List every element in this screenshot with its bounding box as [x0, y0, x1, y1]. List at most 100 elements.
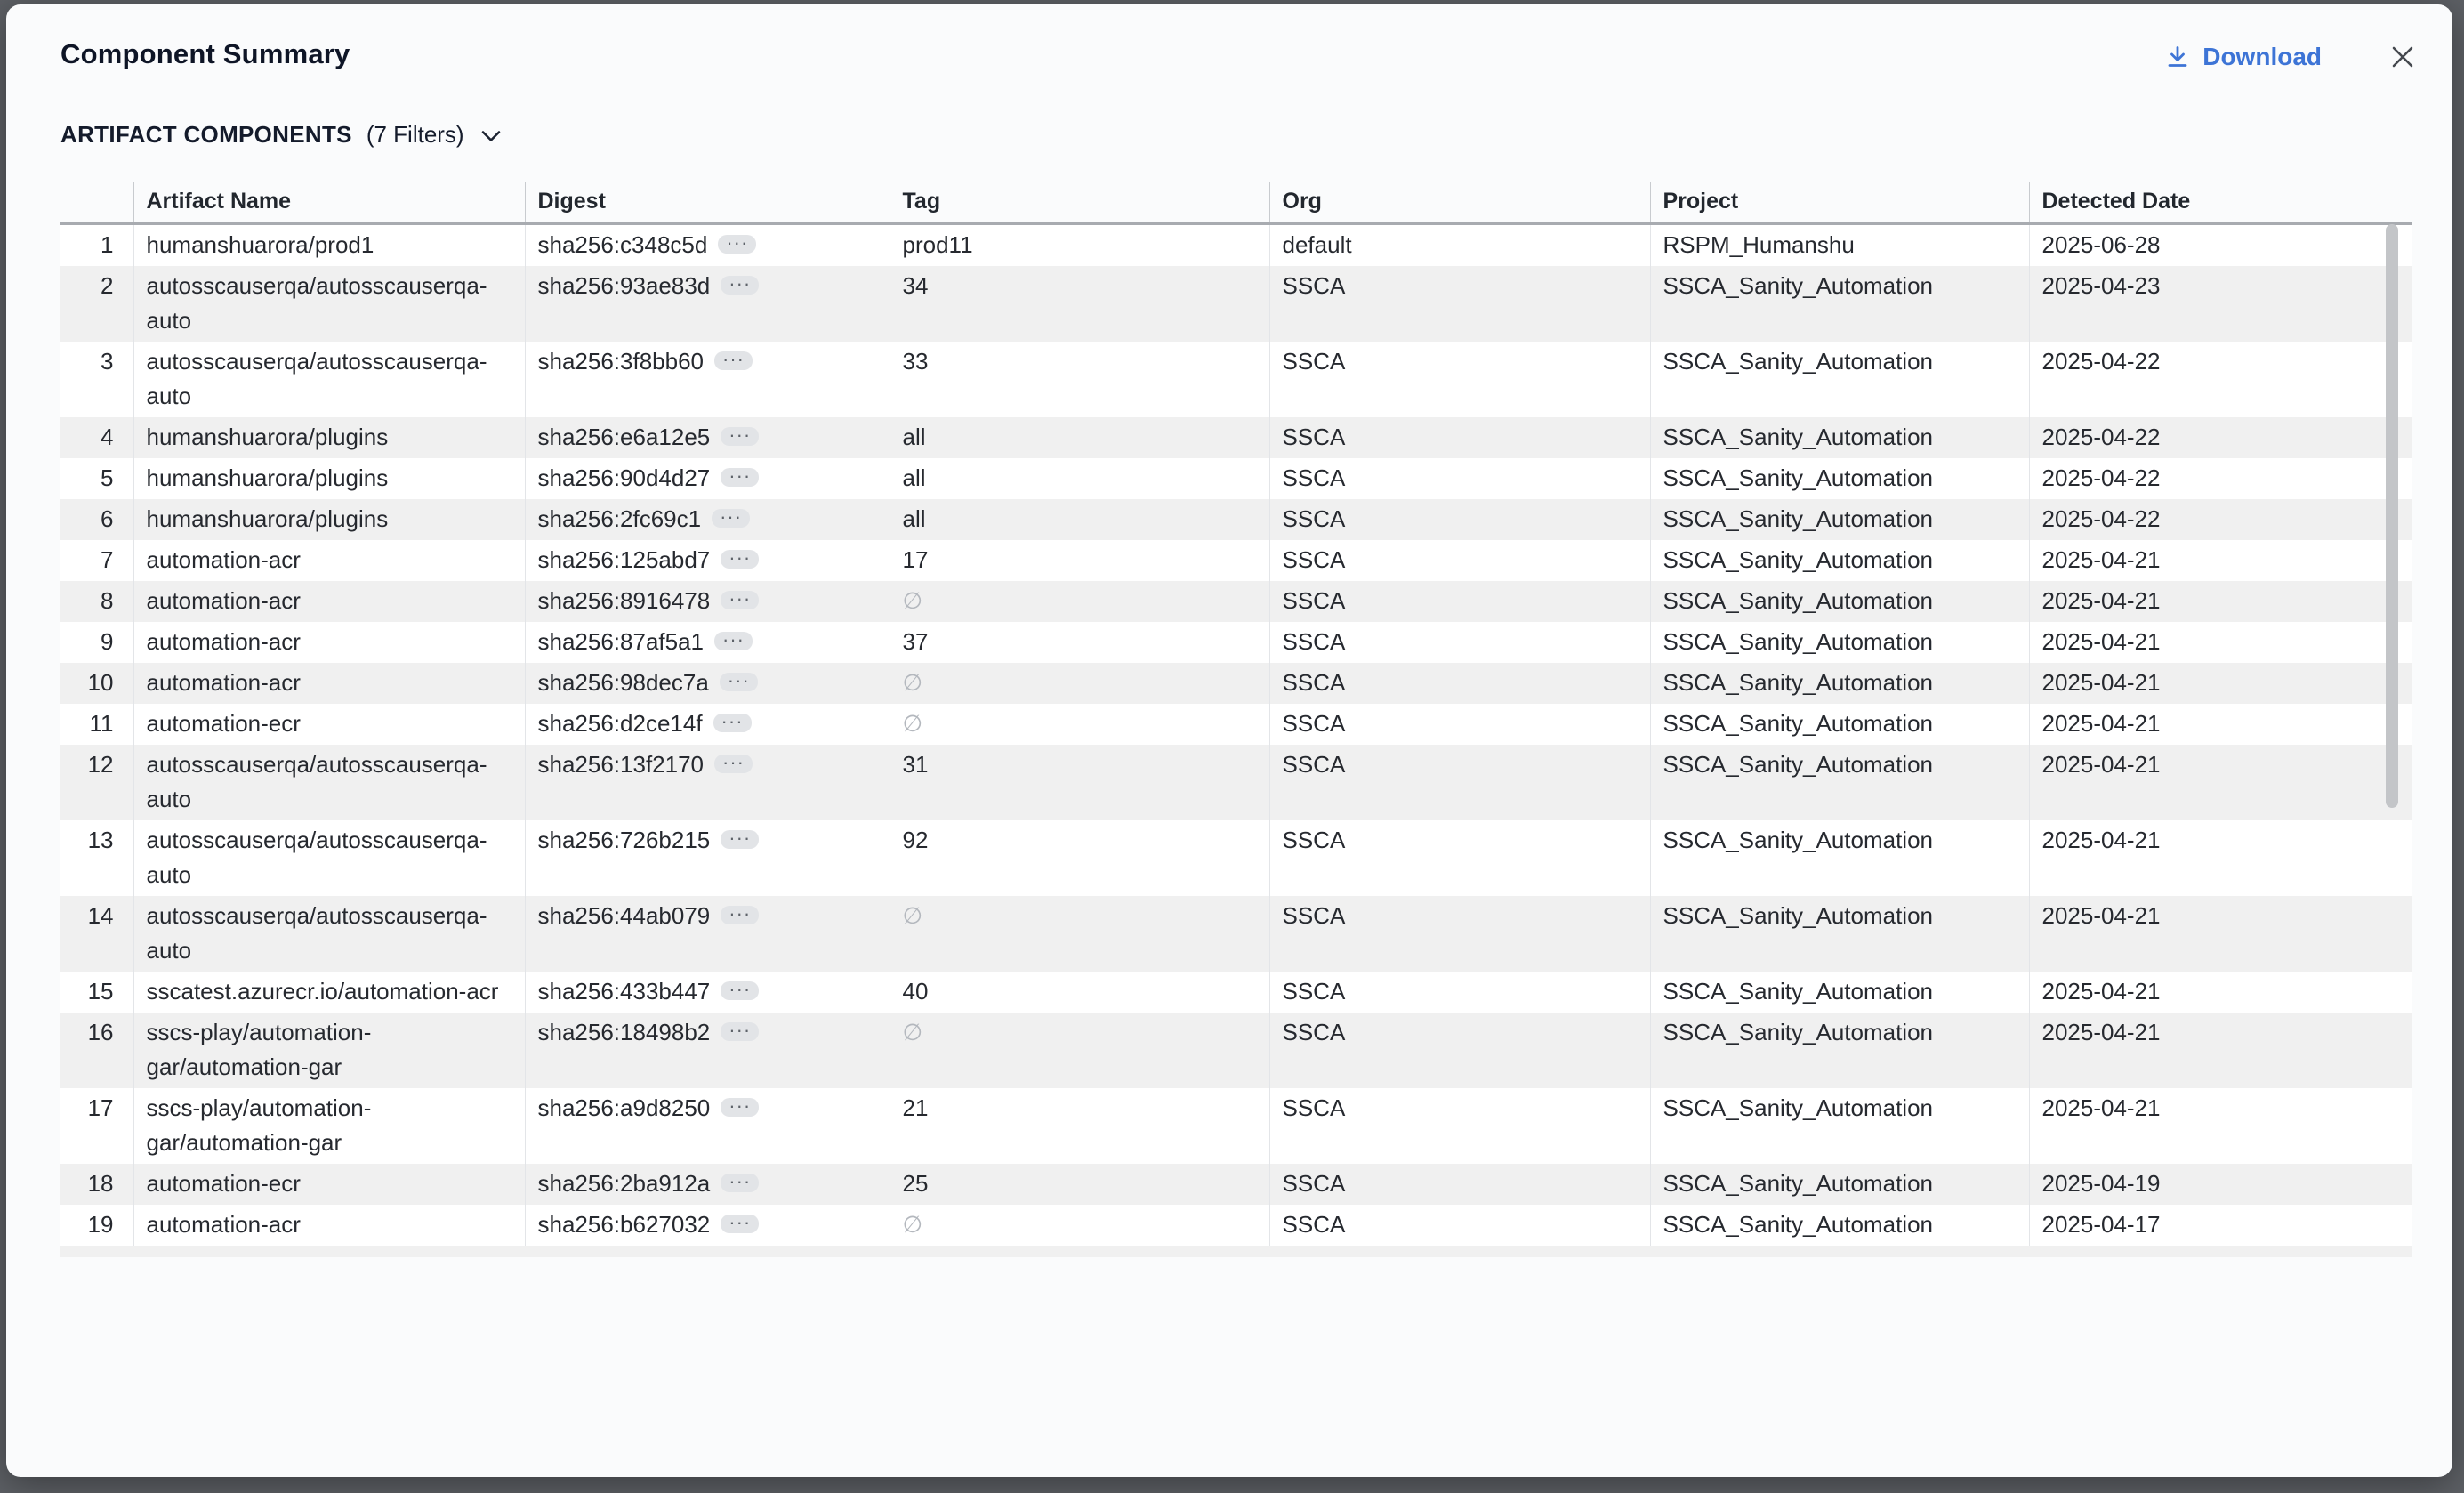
digest-text: sha256:93ae83d [538, 272, 711, 299]
digest-expand-pill[interactable]: ··· [721, 1174, 759, 1192]
detected-date-cell: 2025-04-21 [2029, 581, 2412, 622]
digest-expand-pill[interactable]: ··· [721, 906, 759, 924]
digest-expand-pill[interactable]: ··· [721, 427, 759, 446]
artifact-name-cell: humanshuarora/plugins [133, 417, 525, 458]
artifact-name-cell: automation-acr [133, 663, 525, 704]
table-row: 3autosscauserqa/autosscauserqa-autosha25… [60, 342, 2412, 417]
digest-expand-pill[interactable]: ··· [714, 632, 753, 650]
tag-cell: all [890, 458, 1269, 499]
digest-cell: sha256:c348c5d ··· [525, 224, 890, 267]
digest-cell: sha256:a9d8250··· [525, 1088, 890, 1164]
digest-cell: sha256:3f8bb60··· [525, 342, 890, 417]
digest-expand-pill[interactable]: ··· [721, 1098, 759, 1117]
digest-text: sha256:726b215 [538, 827, 711, 853]
table-row: 8automation-acrsha256:8916478···∅SSCASSC… [60, 581, 2412, 622]
table-row: 12autosscauserqa/autosscauserqa-autosha2… [60, 745, 2412, 820]
digest-expand-pill[interactable]: ··· [720, 673, 758, 691]
column-header-project: Project [1650, 182, 2029, 224]
download-icon [2164, 44, 2191, 70]
digest-expand-pill[interactable]: ··· [721, 1022, 759, 1041]
org-cell: SSCA [1269, 581, 1650, 622]
detected-date-cell: 2025-04-21 [2029, 1013, 2412, 1088]
tag-cell: ∅ [890, 581, 1269, 622]
org-cell: SSCA [1269, 1164, 1650, 1205]
close-icon [2389, 59, 2416, 74]
detected-date-cell: 2025-04-21 [2029, 745, 2412, 820]
digest-text: sha256:c348c5d [538, 231, 708, 258]
tag-cell: all [890, 499, 1269, 540]
org-cell: SSCA [1269, 622, 1650, 663]
header-actions: Download [2164, 42, 2418, 72]
close-button[interactable] [2388, 42, 2418, 72]
digest-expand-pill[interactable]: ··· [713, 714, 752, 732]
digest-cell: sha256:d2ce14f ··· [525, 704, 890, 745]
table-header-row: Artifact NameDigestTagOrgProjectDetected… [60, 182, 2412, 224]
digest-expand-pill[interactable]: ··· [721, 591, 759, 609]
row-number-cell: 7 [60, 540, 133, 581]
project-cell: SSCA_Sanity_Automation [1650, 704, 2029, 745]
detected-date-cell: 2025-04-17 [2029, 1205, 2412, 1246]
digest-expand-pill[interactable]: ··· [714, 755, 753, 773]
digest-expand-pill[interactable]: ··· [721, 468, 759, 487]
clipped-next-row [60, 1246, 2412, 1257]
project-cell: SSCA_Sanity_Automation [1650, 458, 2029, 499]
digest-expand-pill[interactable]: ··· [721, 830, 759, 849]
row-number-cell: 11 [60, 704, 133, 745]
table-row: 18automation-ecrsha256:2ba912a···25SSCAS… [60, 1164, 2412, 1205]
row-number-cell: 10 [60, 663, 133, 704]
org-cell: SSCA [1269, 1088, 1650, 1164]
digest-text: sha256:d2ce14f [538, 710, 703, 737]
artifact-name-cell: sscs-play/automation-gar/automation-gar [133, 1088, 525, 1164]
tag-cell: ∅ [890, 896, 1269, 972]
table-row: 4humanshuarora/pluginssha256:e6a12e5···a… [60, 417, 2412, 458]
row-number-cell: 14 [60, 896, 133, 972]
tag-cell: ∅ [890, 1205, 1269, 1246]
digest-text: sha256:e6a12e5 [538, 424, 711, 450]
tag-cell: ∅ [890, 1013, 1269, 1088]
row-number-cell: 4 [60, 417, 133, 458]
digest-expand-pill[interactable]: ··· [714, 351, 753, 370]
project-cell: SSCA_Sanity_Automation [1650, 417, 2029, 458]
tag-cell: ∅ [890, 704, 1269, 745]
page-title: Component Summary [60, 38, 350, 70]
digest-expand-pill[interactable]: ··· [712, 509, 750, 528]
artifact-name-cell: autosscauserqa/autosscauserqa-auto [133, 896, 525, 972]
column-header-tag: Tag [890, 182, 1269, 224]
digest-expand-pill[interactable]: ··· [721, 276, 759, 295]
digest-expand-pill[interactable]: ··· [721, 981, 759, 1000]
row-number-cell: 8 [60, 581, 133, 622]
digest-text: sha256:98dec7a [538, 669, 709, 696]
row-number-cell: 1 [60, 224, 133, 267]
digest-expand-pill[interactable]: ··· [721, 1215, 759, 1233]
detected-date-cell: 2025-04-22 [2029, 342, 2412, 417]
modal-header: Component Summary Download [60, 38, 2418, 72]
artifact-name-cell: automation-acr [133, 540, 525, 581]
detected-date-cell: 2025-04-21 [2029, 820, 2412, 896]
digest-text: sha256:13f2170 [538, 751, 705, 778]
org-cell: SSCA [1269, 972, 1650, 1013]
tag-cell: prod11 [890, 224, 1269, 267]
artifact-components-section-header[interactable]: ARTIFACT COMPONENTS (7 Filters) [60, 121, 502, 149]
digest-expand-pill[interactable]: ··· [721, 550, 759, 569]
table-vertical-scrollbar[interactable] [2386, 224, 2398, 808]
digest-cell: sha256:125abd7··· [525, 540, 890, 581]
digest-text: sha256:433b447 [538, 978, 711, 1005]
table-row: 11automation-ecrsha256:d2ce14f···∅SSCASS… [60, 704, 2412, 745]
artifact-name-cell: autosscauserqa/autosscauserqa-auto [133, 820, 525, 896]
digest-cell: sha256:726b215 ··· [525, 820, 890, 896]
org-cell: SSCA [1269, 342, 1650, 417]
artifact-name-cell: autosscauserqa/autosscauserqa-auto [133, 745, 525, 820]
chevron-down-icon[interactable] [480, 130, 502, 143]
project-cell: SSCA_Sanity_Automation [1650, 1088, 2029, 1164]
artifact-name-cell: humanshuarora/plugins [133, 458, 525, 499]
org-cell: SSCA [1269, 745, 1650, 820]
table-row: 6humanshuarora/pluginssha256:2fc69c1···a… [60, 499, 2412, 540]
digest-cell: sha256:13f2170 ··· [525, 745, 890, 820]
project-cell: SSCA_Sanity_Automation [1650, 896, 2029, 972]
artifact-name-cell: humanshuarora/prod1 [133, 224, 525, 267]
table-row: 5humanshuarora/pluginssha256:90d4d27···a… [60, 458, 2412, 499]
digest-cell: sha256:93ae83d ··· [525, 266, 890, 342]
digest-cell: sha256:e6a12e5 ··· [525, 417, 890, 458]
download-button[interactable]: Download [2164, 43, 2322, 71]
digest-expand-pill[interactable]: ··· [718, 235, 756, 254]
